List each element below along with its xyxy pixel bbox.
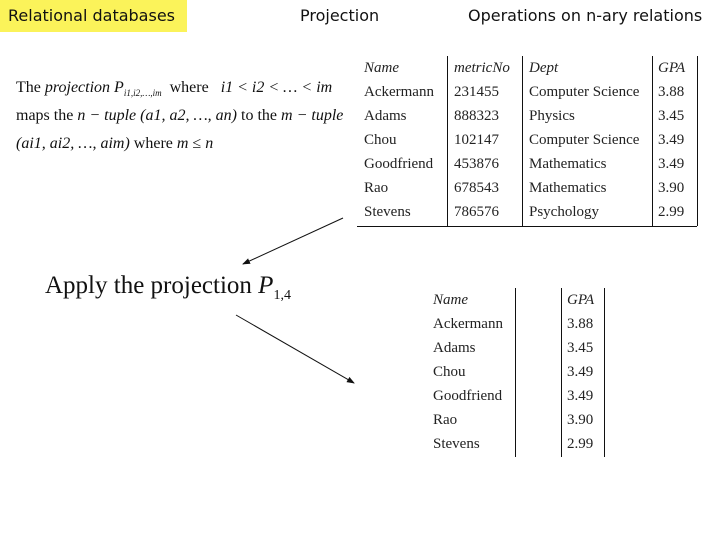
arrow-to-projection [242, 217, 344, 265]
arrow-to-result [235, 314, 355, 384]
arrows [235, 217, 355, 384]
